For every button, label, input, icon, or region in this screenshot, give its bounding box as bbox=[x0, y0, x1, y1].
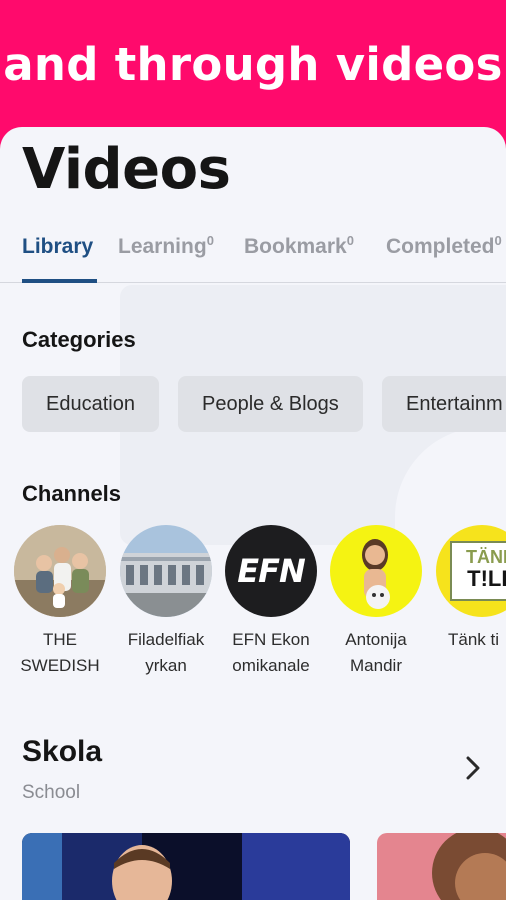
category-chip-entertainment[interactable]: Entertainm bbox=[382, 376, 506, 432]
tab-completed[interactable]: Completed0 bbox=[386, 233, 502, 259]
video-thumbnail-image bbox=[22, 833, 350, 900]
church-building-icon bbox=[120, 525, 212, 617]
tab-learning-label: Learning bbox=[118, 235, 207, 258]
video-thumbnail[interactable] bbox=[22, 833, 350, 900]
video-thumbnail-image bbox=[377, 833, 506, 900]
section-title-skola: Skola bbox=[22, 735, 103, 768]
tab-learning-count: 0 bbox=[206, 233, 214, 248]
channel-avatar bbox=[14, 525, 106, 617]
chevron-right-icon[interactable] bbox=[458, 753, 488, 783]
efn-logo-text: EFN bbox=[237, 552, 305, 590]
channel-avatar: EFN bbox=[225, 525, 317, 617]
banner-text: and through videos bbox=[3, 38, 503, 91]
tab-library[interactable]: Library bbox=[22, 235, 93, 259]
section-subtitle-school: School bbox=[22, 782, 81, 803]
tab-bar: Library Learning0 Bookmark0 Completed0 bbox=[0, 217, 506, 283]
video-thumbnail[interactable] bbox=[377, 833, 506, 900]
tab-bookmark-label: Bookmark bbox=[244, 235, 347, 258]
page-title: Videos bbox=[22, 137, 231, 202]
tab-learning[interactable]: Learning0 bbox=[118, 233, 214, 259]
channel-name-line2: yrkan bbox=[145, 656, 187, 675]
channel-name-line1: THE bbox=[43, 630, 77, 649]
channel-name: EFN Ekon omikanale bbox=[223, 627, 319, 679]
tab-library-label: Library bbox=[22, 235, 94, 258]
tab-bookmark-count: 0 bbox=[346, 233, 354, 248]
channel-item-filadelfiakyrkan[interactable]: Filadelfiak yrkan bbox=[118, 525, 214, 679]
channel-item-antonija-mandir[interactable]: Antonija Mandir bbox=[328, 525, 424, 679]
channel-name: Filadelfiak yrkan bbox=[118, 627, 214, 679]
channel-name-line1: Filadelfiak bbox=[127, 630, 205, 649]
channel-name-line2: Mandir bbox=[350, 656, 402, 675]
promo-banner: and through videos bbox=[0, 0, 506, 130]
channel-item-the-swedish[interactable]: THE SWEDISH bbox=[12, 525, 108, 679]
channel-name: Antonija Mandir bbox=[328, 627, 424, 679]
category-chip-education[interactable]: Education bbox=[22, 376, 159, 432]
channel-name-line1: Tänk ti bbox=[448, 630, 500, 649]
category-chip-people-blogs[interactable]: People & Blogs bbox=[178, 376, 363, 432]
channel-name-line1: Antonija bbox=[345, 630, 407, 649]
channels-title: Channels bbox=[22, 481, 122, 506]
channel-avatar bbox=[330, 525, 422, 617]
family-photo-icon bbox=[14, 525, 106, 617]
channel-item-efn[interactable]: EFN EFN Ekon omikanale bbox=[223, 525, 319, 679]
channel-item-tank-till[interactable]: TÄNK T!LL Tänk ti bbox=[434, 525, 506, 679]
videos-screen: Videos Library Learning0 Bookmark0 Compl… bbox=[0, 127, 506, 900]
channel-name-line2: omikanale bbox=[232, 656, 310, 675]
channel-avatar: TÄNK T!LL bbox=[436, 525, 506, 617]
channel-name: Tänk ti bbox=[434, 627, 506, 679]
tank-till-logo: TÄNK T!LL bbox=[450, 541, 506, 601]
person-with-dog-icon bbox=[330, 525, 422, 617]
category-chips: Education People & Blogs Entertainm bbox=[22, 376, 506, 432]
channel-avatar bbox=[120, 525, 212, 617]
tab-completed-count: 0 bbox=[494, 233, 502, 248]
channel-name-line1: EFN Ekon bbox=[232, 630, 310, 649]
channel-name-line2: SWEDISH bbox=[20, 656, 100, 675]
active-tab-indicator bbox=[22, 279, 97, 283]
tank-till-logo-line1: TÄNK bbox=[466, 547, 506, 567]
channel-name: THE SWEDISH bbox=[12, 627, 108, 679]
categories-title: Categories bbox=[22, 327, 136, 352]
tab-completed-label: Completed bbox=[386, 235, 495, 258]
tank-till-logo-line2: T!LL bbox=[467, 566, 506, 591]
tab-bookmark[interactable]: Bookmark0 bbox=[244, 233, 354, 259]
